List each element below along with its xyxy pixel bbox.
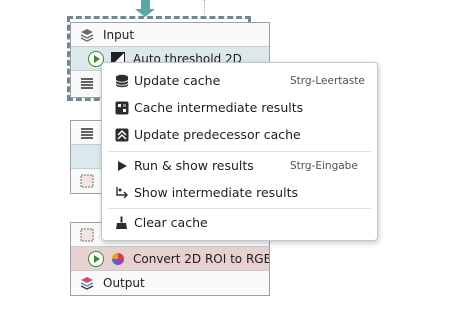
predecessor-icon [115, 128, 129, 142]
menu-item-label: Update cache [134, 73, 221, 88]
context-menu: Update cache Strg-Leertaste Cache interm… [101, 62, 378, 241]
node-output-label: Output [103, 276, 145, 290]
menu-item-clear-cache[interactable]: Clear cache [102, 210, 377, 236]
graph-connection-line [204, 0, 205, 14]
node-input-slot[interactable]: Input [71, 23, 269, 47]
run-node-button[interactable] [88, 251, 104, 267]
step-arrow-icon [116, 187, 128, 199]
menu-item-update-predecessor[interactable]: Update predecessor cache [102, 122, 377, 148]
layers-output-icon [81, 78, 93, 89]
color-wheel-icon [112, 253, 124, 265]
layers-color-icon [80, 277, 94, 290]
menu-separator [108, 151, 371, 152]
layers-input-icon [81, 128, 93, 139]
menu-item-label: Cache intermediate results [134, 100, 304, 115]
play-icon [118, 161, 127, 171]
menu-item-shortcut: Strg-Leertaste [290, 75, 365, 87]
menu-item-cache-intermediate[interactable]: Cache intermediate results [102, 95, 377, 121]
broom-icon [116, 216, 127, 229]
database-icon [115, 74, 129, 88]
menu-item-show-intermediate[interactable]: Show intermediate results [102, 180, 377, 206]
roi-icon [80, 228, 94, 242]
layers-stack-icon [80, 29, 94, 42]
node-convert-algorithm-row[interactable]: Convert 2D ROI to RGB [71, 247, 269, 271]
menu-item-label: Update predecessor cache [134, 127, 301, 142]
node-convert-output-slot[interactable]: Output [71, 271, 269, 295]
menu-item-shortcut: Strg-Eingabe [290, 160, 358, 172]
menu-item-label: Run & show results [134, 158, 254, 173]
node-input-label: Input [103, 28, 135, 42]
roi-icon [80, 174, 94, 188]
node-convert-label: Convert 2D ROI to RGB [133, 252, 269, 266]
menu-separator [108, 208, 371, 209]
menu-item-update-cache[interactable]: Update cache Strg-Leertaste [102, 68, 377, 94]
cache-grid-icon [115, 101, 129, 115]
menu-item-label: Clear cache [134, 215, 208, 230]
menu-item-label: Show intermediate results [134, 185, 298, 200]
menu-item-run-show[interactable]: Run & show results Strg-Eingabe [102, 153, 377, 179]
